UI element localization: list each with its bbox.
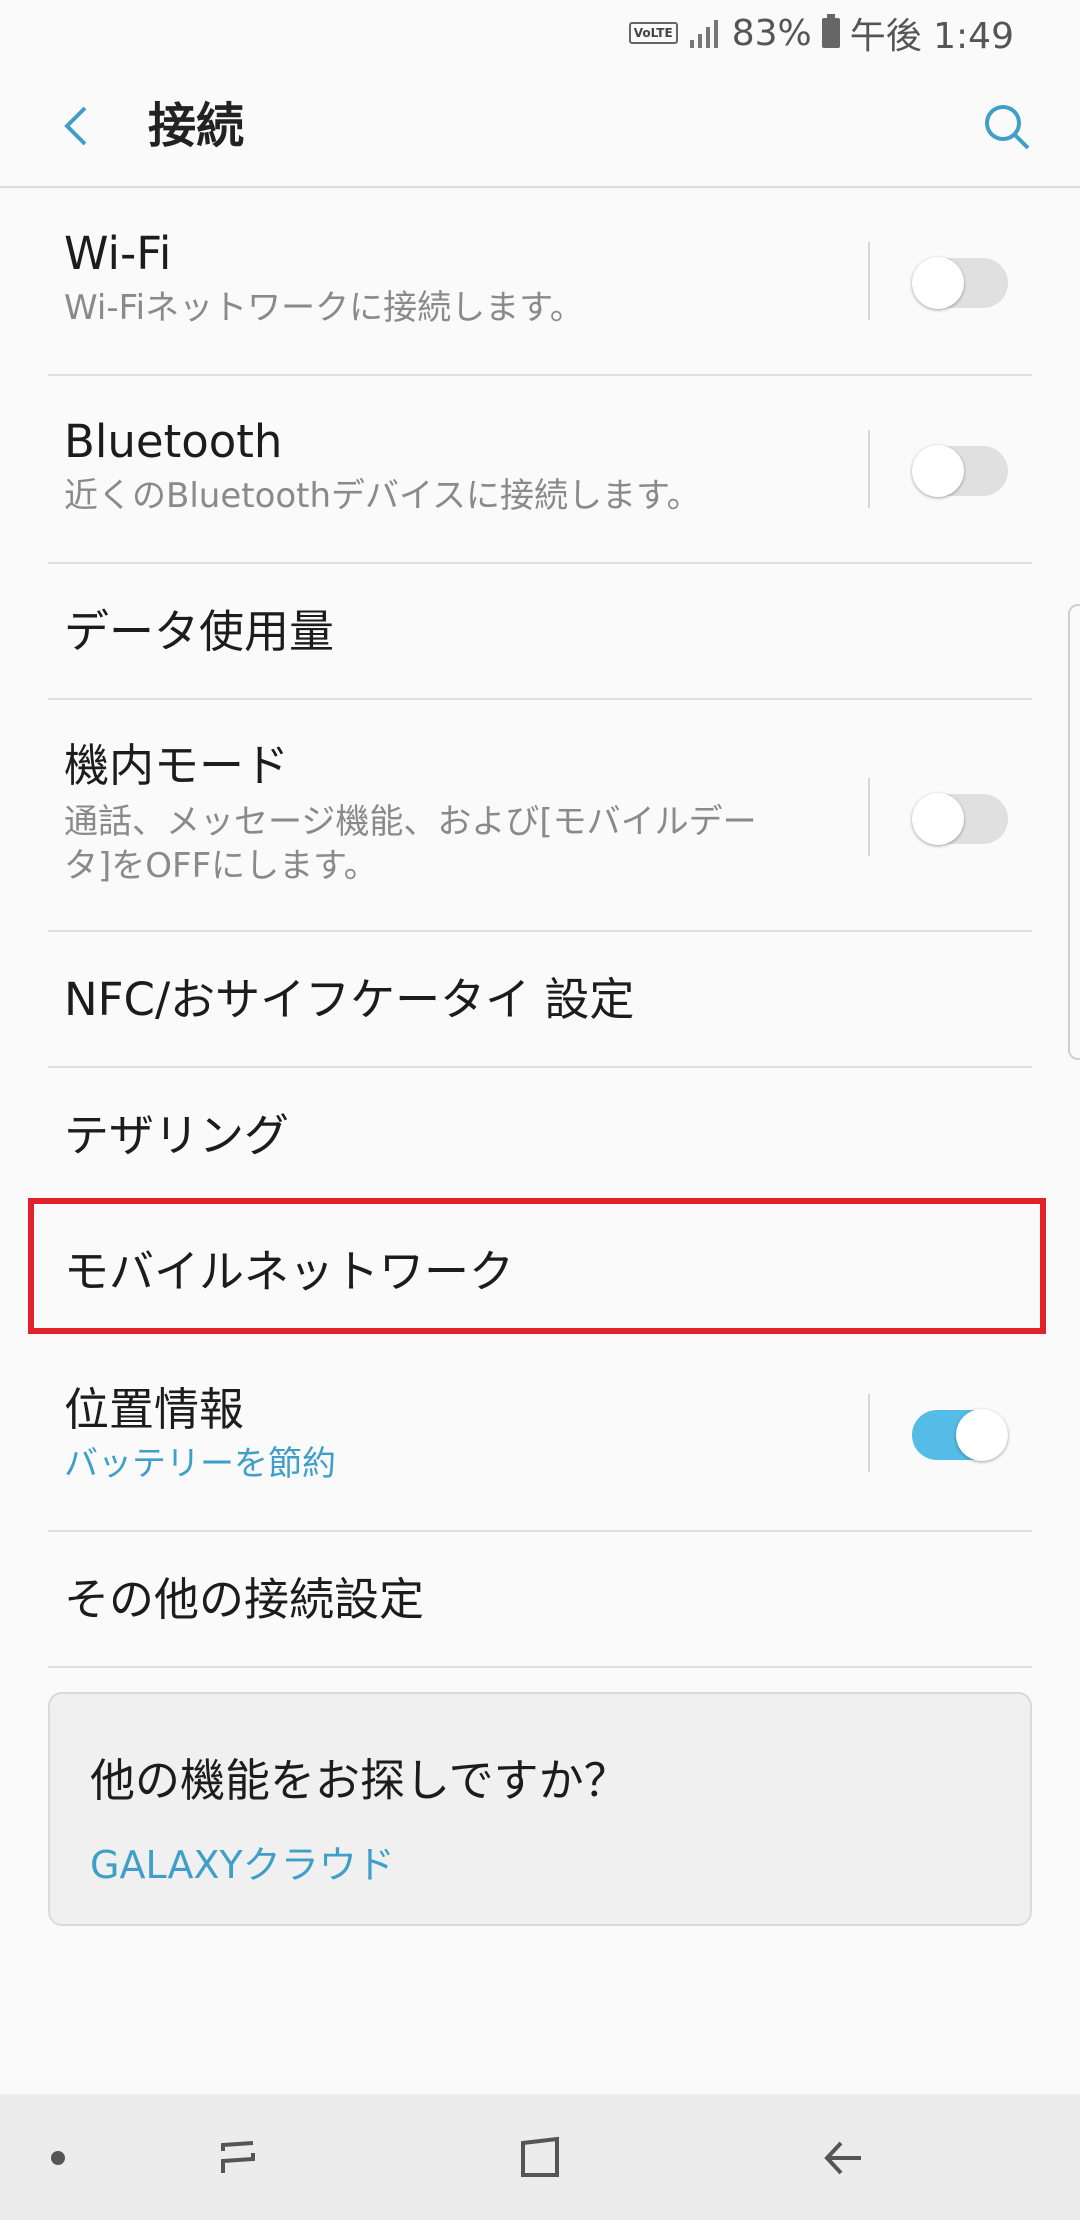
setting-wifi[interactable]: Wi-Fi Wi-Fiネットワークに接続します。: [48, 188, 1032, 376]
setting-title: モバイルネットワーク: [64, 1245, 515, 1298]
setting-title: Bluetooth: [64, 415, 283, 468]
setting-title: NFC/おサイフケータイ 設定: [64, 973, 635, 1026]
bluetooth-toggle[interactable]: [912, 445, 1008, 497]
setting-title: その他の接続設定: [64, 1573, 425, 1626]
status-bar: VoLTE 83% 午後 1:49: [0, 0, 1080, 66]
recent-apps-icon: [221, 2141, 255, 2173]
setting-airplane-mode[interactable]: 機内モード 通話、メッセージ機能、および[モバイルデー タ]をOFFにします。: [48, 700, 1032, 932]
home-button[interactable]: [504, 2122, 576, 2194]
divider: [868, 242, 870, 320]
location-toggle[interactable]: [912, 1409, 1008, 1461]
app-bar: 接続: [0, 66, 1080, 188]
back-arrow-icon: [824, 2141, 861, 2175]
clock: 午後 1:49: [849, 16, 1014, 57]
settings-list: Wi-Fi Wi-Fiネットワークに接続します。 Bluetooth 近くのBl…: [0, 188, 1080, 1668]
page-title: 接続: [148, 98, 245, 154]
setting-title: 機内モード: [64, 739, 290, 792]
status-icons: VoLTE 83% 午後 1:49: [628, 10, 1014, 57]
setting-title: 位置情報: [64, 1383, 245, 1436]
setting-subtitle: タ]をOFFにします。: [64, 846, 378, 886]
divider: [868, 778, 870, 856]
setting-title: データ使用量: [64, 605, 335, 658]
setting-mobile-network[interactable]: モバイルネットワーク: [48, 1204, 1032, 1340]
setting-title: テザリング: [64, 1109, 290, 1162]
wifi-toggle[interactable]: [912, 257, 1008, 309]
recent-apps-button[interactable]: [202, 2122, 274, 2194]
battery-icon: [821, 14, 840, 48]
volte-icon: VoLTE: [628, 22, 678, 44]
setting-tethering[interactable]: テザリング: [48, 1068, 1032, 1204]
setting-subtitle: 通話、メッセージ機能、および[モバイルデー: [64, 802, 757, 842]
setting-subtitle: バッテリーを節約: [64, 1444, 336, 1484]
nav-dot-button[interactable]: [22, 2122, 94, 2194]
search-icon: [985, 105, 1030, 150]
airplane-mode-toggle[interactable]: [912, 793, 1008, 845]
setting-location[interactable]: 位置情報 バッテリーを節約: [48, 1340, 1032, 1532]
back-button[interactable]: [46, 96, 106, 156]
edge-panel-handle[interactable]: [1068, 604, 1080, 1060]
suggestion-card: 他の機能をお探しですか？ GALAXYクラウド: [48, 1692, 1032, 1926]
divider: [868, 1394, 870, 1472]
chevron-left-icon: [64, 106, 87, 146]
setting-data-usage[interactable]: データ使用量: [48, 564, 1032, 700]
setting-nfc[interactable]: NFC/おサイフケータイ 設定: [48, 932, 1032, 1068]
home-icon: [521, 2136, 559, 2177]
setting-title: Wi-Fi: [64, 227, 172, 280]
signal-icon: [689, 20, 718, 48]
setting-subtitle: Wi-Fiネットワークに接続します。: [64, 288, 584, 328]
battery-percent: 83%: [731, 12, 812, 54]
divider: [868, 430, 870, 508]
search-button[interactable]: [974, 94, 1040, 160]
setting-bluetooth[interactable]: Bluetooth 近くのBluetoothデバイスに接続します。: [48, 376, 1032, 564]
back-nav-button[interactable]: [808, 2122, 880, 2194]
setting-subtitle: 近くのBluetoothデバイスに接続します。: [64, 476, 701, 516]
galaxy-cloud-link[interactable]: GALAXYクラウド: [90, 1834, 395, 1889]
navigation-bar: [0, 2094, 1080, 2220]
dot-icon: [51, 2151, 65, 2165]
card-title: 他の機能をお探しですか？: [90, 1754, 629, 1807]
setting-more-connection[interactable]: その他の接続設定: [48, 1532, 1032, 1668]
